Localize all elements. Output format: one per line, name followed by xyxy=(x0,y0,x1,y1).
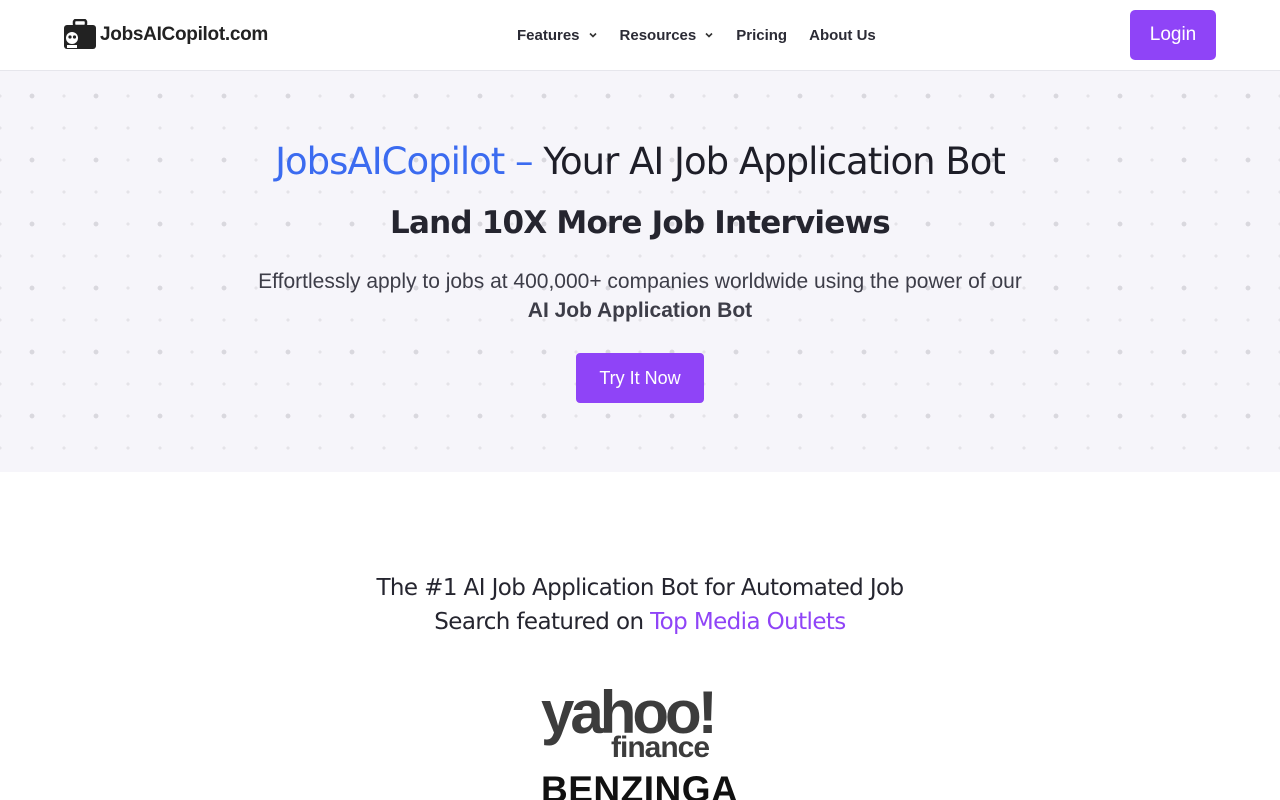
featured-heading: The #1 AI Job Application Bot for Automa… xyxy=(0,571,1280,639)
hero-section: JobsAICopilot – Your AI Job Application … xyxy=(0,71,1280,472)
nav-item-label: Pricing xyxy=(736,26,788,44)
nav-item-label: Resources xyxy=(619,26,697,44)
hero-description-strong: AI Job Application Bot xyxy=(527,299,753,322)
chevron-down-icon xyxy=(588,32,597,38)
featured-line-2-accent: Top Media Outlets xyxy=(650,609,846,635)
logo-text: JobsAICopilot.com xyxy=(100,24,269,45)
site-logo[interactable]: JobsAICopilot.com xyxy=(63,19,268,51)
featured-line-1: The #1 AI Job Application Bot for Automa… xyxy=(376,575,904,601)
nav-item-features[interactable]: Features xyxy=(517,27,598,44)
nav-item-label: Features xyxy=(517,26,580,44)
login-button[interactable]: Login xyxy=(1130,10,1216,60)
hero-subtitle: Land 10X More Job Interviews xyxy=(390,205,891,241)
briefcase-robot-icon xyxy=(64,19,96,49)
finance-logo-text: finance xyxy=(611,731,709,761)
hero-description: Effortlessly apply to jobs at 400,000+ c… xyxy=(0,267,1280,325)
hero-title-rest: Your AI Job Application Bot xyxy=(532,140,1006,183)
main-nav: Features Resources Pricing About Us xyxy=(517,24,876,46)
yahoo-finance-logo: yahoo! finance xyxy=(541,685,718,761)
nav-item-about-us[interactable]: About Us xyxy=(809,27,876,44)
nav-item-resources[interactable]: Resources xyxy=(620,27,715,44)
hero-title-brand: JobsAICopilot – xyxy=(275,140,533,183)
featured-line-2-prefix: Search featured on xyxy=(434,609,651,635)
chevron-down-icon xyxy=(705,32,713,38)
site-header: JobsAICopilot.com Features Resources Pri… xyxy=(0,0,1280,71)
hero-description-text: Effortlessly apply to jobs at 400,000+ c… xyxy=(258,270,1022,293)
featured-line-2: Search featured on Top Media Outlets xyxy=(0,605,1280,639)
benzinga-logo: BENZINGA xyxy=(541,769,739,800)
try-it-now-button[interactable]: Try It Now xyxy=(576,353,704,403)
nav-item-pricing[interactable]: Pricing xyxy=(736,27,787,44)
nav-item-label: About Us xyxy=(809,26,876,44)
hero-title: JobsAICopilot – Your AI Job Application … xyxy=(0,140,1280,183)
